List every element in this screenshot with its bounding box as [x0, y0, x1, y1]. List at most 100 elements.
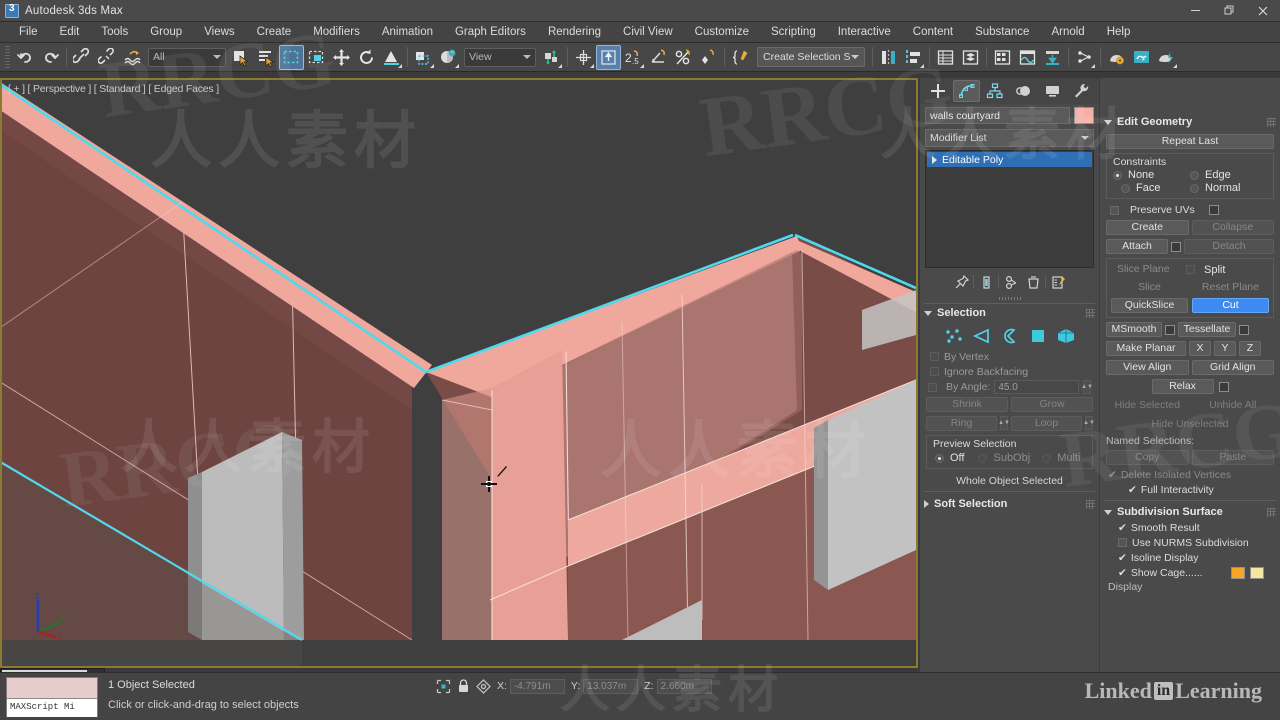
menu-substance[interactable]: Substance [964, 22, 1040, 42]
menu-help[interactable]: Help [1096, 22, 1142, 42]
menu-civil-view[interactable]: Civil View [612, 22, 684, 42]
scene-explorer-icon[interactable] [958, 45, 983, 70]
active-shade-icon[interactable] [1154, 45, 1179, 70]
select-and-move-icon[interactable] [329, 45, 354, 70]
coord-y[interactable]: Y: 13.037m [571, 678, 639, 694]
select-and-rotate-icon[interactable] [354, 45, 379, 70]
constraint-normal-radio[interactable] [1190, 183, 1199, 193]
maxscript-output-pane[interactable] [7, 678, 97, 698]
collapse-button[interactable]: Collapse [1191, 220, 1274, 235]
use-nurms-subdivision-row[interactable]: Use NURMS Subdivision [1100, 535, 1280, 550]
loop-spinner[interactable]: ▲▼ [1083, 416, 1095, 430]
create-tab-icon[interactable] [924, 80, 952, 102]
hide-selected-button[interactable]: Hide Selected [1106, 398, 1189, 413]
by-vertex-row[interactable]: By Vertex [920, 349, 1099, 364]
repeat-last-button[interactable]: Repeat Last [1106, 134, 1274, 149]
edge-level-icon[interactable] [971, 327, 993, 345]
coord-z[interactable]: Z: 2.660m [644, 678, 712, 694]
maxscript-mini-listener[interactable]: MAXScript Mi [6, 677, 98, 717]
tessellate-button[interactable]: Tessellate [1178, 322, 1236, 337]
isoline-display-row[interactable]: ✔ Isoline Display [1100, 550, 1280, 565]
subdivision-surface-rollout-header[interactable]: Subdivision Surface [1100, 504, 1280, 520]
select-and-scale-icon[interactable] [379, 45, 404, 70]
menu-customize[interactable]: Customize [684, 22, 760, 42]
delete-isolated-vertices-row[interactable]: ✔ Delete Isolated Vertices [1100, 467, 1280, 482]
toolbar-grip[interactable] [5, 46, 10, 68]
msmooth-settings-icon[interactable] [1165, 324, 1175, 335]
reset-plane-button[interactable]: Reset Plane [1192, 280, 1269, 295]
schematic-view-icon[interactable] [1015, 45, 1040, 70]
menu-tools[interactable]: Tools [90, 22, 139, 42]
undo-icon[interactable] [13, 45, 38, 70]
tessellate-settings-icon[interactable] [1239, 324, 1249, 335]
border-level-icon[interactable] [999, 327, 1021, 345]
selection-filter-combo[interactable]: All [148, 47, 226, 67]
select-and-link-icon[interactable] [70, 45, 95, 70]
show-cage-color2-swatch[interactable] [1250, 566, 1264, 579]
maximize-restore-icon[interactable] [1212, 0, 1246, 22]
use-nurms-subdivision-checkbox[interactable] [1118, 538, 1127, 547]
spinner-snap-toggle-icon[interactable] [696, 45, 721, 70]
named-selection-set-combo[interactable]: Create Selection Se [757, 47, 865, 67]
smooth-result-row[interactable]: ✔ Smooth Result [1100, 520, 1280, 535]
menu-interactive[interactable]: Interactive [827, 22, 902, 42]
coord-x[interactable]: X: -4.791m [497, 678, 565, 694]
element-level-icon[interactable] [1055, 327, 1077, 345]
use-pivot-point-center-icon[interactable] [539, 45, 564, 70]
snaps-toggle-icon[interactable] [571, 45, 596, 70]
expand-triangle-icon[interactable] [932, 155, 937, 164]
edit-named-selection-sets-icon[interactable] [728, 45, 753, 70]
soft-selection-rollout-header[interactable]: Soft Selection [920, 496, 1099, 512]
by-angle-field[interactable]: 45.0 [994, 380, 1079, 394]
mirror-icon[interactable] [876, 45, 901, 70]
menu-content[interactable]: Content [902, 22, 964, 42]
full-interactivity-row[interactable]: ✔ Full Interactivity [1100, 482, 1280, 497]
configure-modifier-sets-icon[interactable] [1048, 272, 1068, 292]
selection-lock-toggle-icon[interactable] [457, 678, 470, 694]
selection-rollout-header[interactable]: Selection [920, 305, 1099, 321]
window-crossing-toggle-icon[interactable] [304, 45, 329, 70]
slice-plane-button[interactable]: Slice Plane [1111, 262, 1182, 277]
edit-geometry-rollout-header[interactable]: Edit Geometry [1100, 114, 1280, 130]
rectangular-selection-region-icon[interactable] [279, 44, 304, 70]
menu-arnold[interactable]: Arnold [1040, 22, 1095, 42]
preserve-uvs-settings-icon[interactable] [1208, 205, 1219, 215]
panel-resize-grip[interactable] [920, 294, 1099, 302]
shrink-button[interactable]: Shrink [926, 397, 1008, 412]
unhide-all-button[interactable]: Unhide All [1192, 398, 1275, 413]
modifier-stack[interactable]: Editable Poly [925, 150, 1094, 268]
make-planar-x-button[interactable]: X [1189, 341, 1211, 356]
isolate-selection-icon[interactable] [476, 678, 491, 694]
preserve-uvs-row[interactable]: Preserve UVs [1100, 201, 1280, 218]
by-angle-spinner[interactable]: ▲▼ [1081, 380, 1093, 394]
select-by-name-icon[interactable] [254, 45, 279, 70]
menu-create[interactable]: Create [246, 22, 303, 42]
loop-button[interactable]: Loop [1011, 416, 1082, 431]
vertex-level-icon[interactable] [943, 327, 965, 345]
show-cage-row[interactable]: ✔ Show Cage...... [1100, 565, 1280, 580]
split-checkbox[interactable] [1186, 265, 1195, 274]
render-setup-icon[interactable] [1072, 45, 1097, 70]
coord-z-field[interactable]: 2.660m [656, 678, 712, 694]
reference-coordinate-system-combo[interactable]: View [464, 47, 536, 67]
motion-tab-icon[interactable] [1010, 80, 1038, 102]
menu-group[interactable]: Group [139, 22, 193, 42]
menu-modifiers[interactable]: Modifiers [302, 22, 371, 42]
menu-edit[interactable]: Edit [49, 22, 91, 42]
preserve-uvs-checkbox[interactable] [1110, 205, 1119, 215]
unlink-selection-icon[interactable] [95, 45, 120, 70]
use-center-flyout-icon[interactable] [436, 45, 461, 70]
show-cage-color1-swatch[interactable] [1231, 566, 1245, 579]
pin-stack-icon[interactable] [951, 272, 971, 292]
angle-snap-toggle-icon[interactable]: 2.5 [621, 45, 646, 70]
coord-y-field[interactable]: 13.037m [583, 678, 639, 694]
percent-snap-toggle-icon[interactable] [671, 45, 696, 70]
quickslice-button[interactable]: QuickSlice [1111, 298, 1188, 313]
perspective-viewport[interactable]: [ + ] [ Perspective ] [ Standard ] [ Edg… [0, 78, 918, 668]
snap-toggle-active-icon[interactable] [596, 44, 621, 70]
attach-settings-icon[interactable] [1171, 241, 1181, 252]
modifier-list-dropdown[interactable]: Modifier List [925, 129, 1094, 147]
polygon-level-icon[interactable] [1027, 327, 1049, 345]
display-tab-icon[interactable] [1039, 80, 1067, 102]
create-button[interactable]: Create [1106, 220, 1189, 235]
